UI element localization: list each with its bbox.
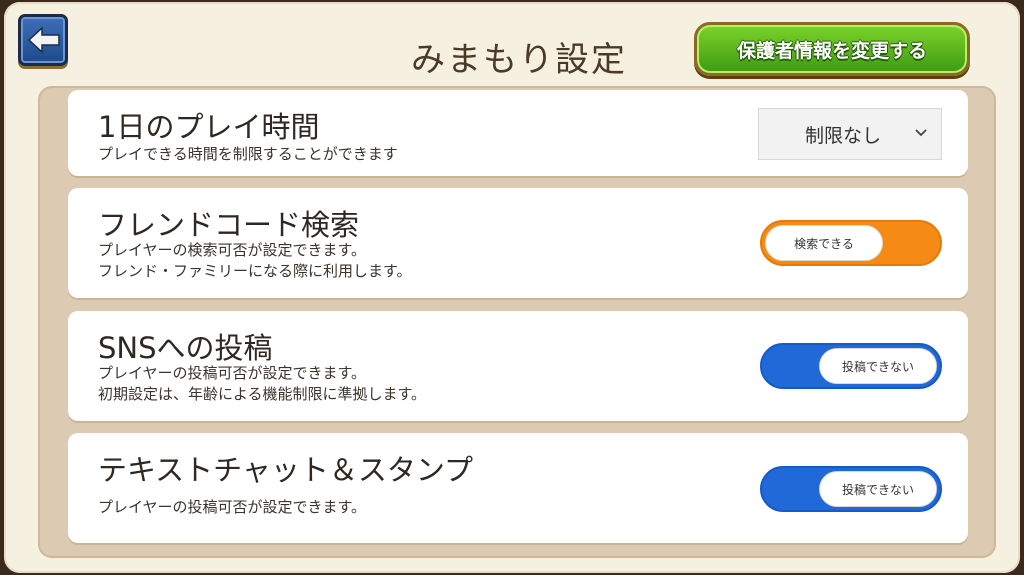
- setting-title: フレンドコード検索: [98, 208, 360, 242]
- back-arrow-icon: [27, 26, 60, 54]
- text-chat-stamp-toggle[interactable]: 投稿できない: [760, 466, 942, 512]
- setting-card-text-chat-stamp: テキストチャット＆スタンプ プレイヤーの投稿可否が設定できます。 投稿できない: [68, 433, 968, 543]
- friend-code-search-toggle[interactable]: 検索できる: [760, 220, 942, 266]
- setting-title: テキストチャット＆スタンプ: [98, 453, 473, 487]
- setting-description: プレイヤーの投稿可否が設定できます。: [98, 498, 367, 516]
- setting-description: プレイヤーの投稿可否が設定できます。 初期設定は、年齢による機能制限に準拠します…: [98, 364, 427, 403]
- back-button[interactable]: [18, 14, 68, 66]
- setting-card-play-time: 1日のプレイ時間 プレイできる時間を制限することができます 制限なし: [68, 90, 968, 176]
- sns-posting-toggle[interactable]: 投稿できない: [760, 343, 942, 389]
- settings-panel: 1日のプレイ時間 プレイできる時間を制限することができます 制限なし フレンドコ…: [38, 86, 996, 558]
- toggle-knob-label: 投稿できない: [819, 348, 937, 384]
- play-time-select[interactable]: 制限なし: [758, 108, 942, 160]
- setting-description: プレイできる時間を制限することができます: [98, 145, 398, 163]
- setting-title: 1日のプレイ時間: [98, 110, 320, 144]
- toggle-knob-label: 投稿できない: [819, 471, 937, 507]
- settings-window: みまもり設定 保護者情報を変更する 1日のプレイ時間 プレイできる時間を制限する…: [4, 2, 1020, 573]
- setting-card-sns-posting: SNSへの投稿 プレイヤーの投稿可否が設定できます。 初期設定は、年齢による機能…: [68, 311, 968, 421]
- setting-description: プレイヤーの検索可否が設定できます。 フレンド・ファミリーになる際に利用します。: [98, 241, 412, 280]
- setting-card-friend-code-search: フレンドコード検索 プレイヤーの検索可否が設定できます。 フレンド・ファミリーに…: [68, 188, 968, 298]
- page-title: みまもり設定: [411, 40, 627, 80]
- change-guardian-info-button[interactable]: 保護者情報を変更する: [694, 22, 970, 76]
- select-value: 制限なし: [805, 124, 882, 147]
- toggle-knob-label: 検索できる: [765, 225, 883, 261]
- setting-title: SNSへの投稿: [98, 331, 273, 365]
- chevron-down-icon: [915, 129, 927, 137]
